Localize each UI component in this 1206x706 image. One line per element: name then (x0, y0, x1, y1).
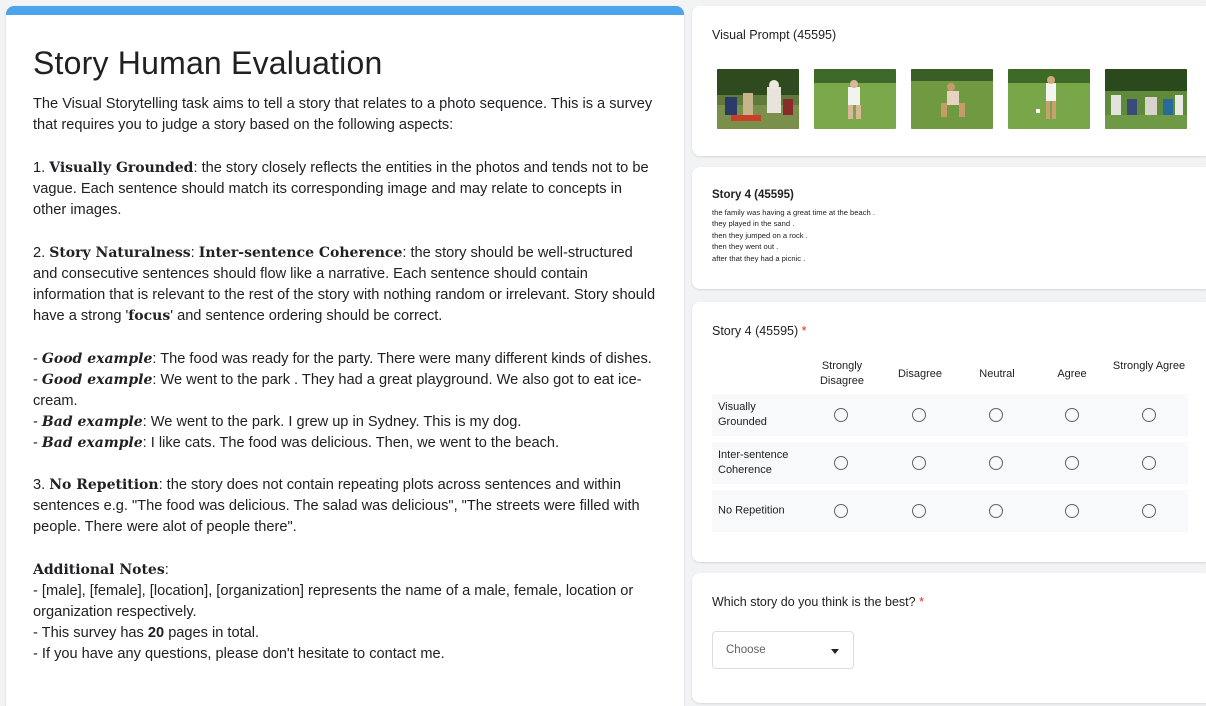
radio-strongly-agree[interactable] (1142, 408, 1156, 422)
radio-disagree[interactable] (912, 408, 926, 422)
note-item: - This survey has 20 pages in total. (33, 625, 260, 641)
row-label: Visually Grounded (718, 401, 767, 428)
required-asterisk: * (919, 595, 924, 609)
additional-notes: Additional Notes: - [male], [female], [l… (33, 560, 656, 665)
grid-question-title: Story 4 (45595) * (712, 324, 807, 338)
grid-header: Strongly Disagree Disagree Neutral Agree… (692, 354, 1206, 394)
term-focus: focus (128, 308, 171, 324)
story-line: then they jumped on a rock . (712, 230, 808, 240)
note-item: - If you have any questions, please don'… (33, 646, 445, 662)
radio-agree[interactable] (1065, 408, 1079, 422)
radio-neutral[interactable] (989, 408, 1003, 422)
best-story-card: Which story do you think is the best? * … (692, 573, 1206, 703)
aspect-naturalness: 2. Story Naturalness: Inter-sentence Coh… (33, 245, 656, 324)
photo-2 (814, 69, 896, 129)
best-story-dropdown[interactable]: Choose (712, 631, 854, 669)
visual-prompt-card: Visual Prompt (45595) (692, 6, 1206, 156)
note-item: - [male], [female], [location], [organiz… (33, 583, 634, 620)
story-card: Story 4 (45595) the family was having a … (692, 167, 1206, 289)
instructions-card: Story Human Evaluation The Visual Storyt… (6, 6, 684, 706)
story-line: the family was having a great time at th… (712, 208, 875, 217)
radio-neutral[interactable] (989, 504, 1003, 518)
column-strongly-disagree: Strongly Disagree (819, 360, 865, 387)
radio-disagree[interactable] (912, 504, 926, 518)
example-item: - Bad example: I like cats. The food was… (33, 435, 560, 451)
example-item: - Good example: The food was ready for t… (33, 351, 652, 367)
notes-title: Additional Notes (33, 562, 165, 578)
grid-row-no-repetition: No Repetition (712, 490, 1188, 532)
column-agree: Agree (1057, 368, 1087, 380)
required-asterisk: * (801, 324, 807, 338)
radio-agree[interactable] (1065, 456, 1079, 470)
dropdown-value: Choose (726, 644, 766, 656)
photo-sequence (717, 69, 1187, 129)
radio-agree[interactable] (1065, 504, 1079, 518)
aspect-visually-grounded: 1. Visually Grounded: the story closely … (33, 160, 649, 218)
column-disagree: Disagree (897, 368, 943, 380)
radio-strongly-disagree[interactable] (834, 408, 848, 422)
story-line: they played in the sand . (712, 219, 795, 229)
card-accent-bar (6, 6, 684, 15)
best-story-question: Which story do you think is the best? * (712, 595, 924, 609)
page-title: Story Human Evaluation (33, 45, 383, 81)
column-strongly-agree: Strongly Agree (1112, 360, 1186, 372)
examples-list: - Good example: The food was ready for t… (33, 349, 656, 454)
radio-disagree[interactable] (912, 456, 926, 470)
intro-text: The Visual Storytelling task aims to tel… (33, 96, 653, 133)
photo-5 (1105, 69, 1187, 129)
radio-strongly-disagree[interactable] (834, 456, 848, 470)
radio-strongly-agree[interactable] (1142, 456, 1156, 470)
example-item: - Bad example: We went to the park. I gr… (33, 414, 522, 430)
term-coherence: Inter-sentence Coherence (198, 245, 403, 261)
story-text: the family was having a great time at th… (712, 207, 875, 264)
column-neutral: Neutral (979, 368, 1015, 380)
rating-grid-card: Story 4 (45595) * Strongly Disagree Disa… (692, 302, 1206, 562)
grid-row-coherence: Inter-sentence Coherence (712, 442, 1188, 484)
caret-down-icon (831, 649, 839, 654)
row-label: No Repetition (718, 504, 785, 517)
photo-3 (911, 69, 993, 129)
aspect-no-repetition: 3. No Repetition: the story does not con… (33, 477, 640, 535)
term-visually-grounded: Visually Grounded (49, 160, 194, 176)
story-line: then they went out . (712, 242, 779, 252)
radio-neutral[interactable] (989, 456, 1003, 470)
grid-row-visually-grounded: Visually Grounded (712, 394, 1188, 436)
term-story-naturalness: Story Naturalness (49, 245, 191, 261)
term-no-repetition: No Repetition (49, 477, 159, 493)
photo-4 (1008, 69, 1090, 129)
photo-1 (717, 69, 799, 129)
story-title: Story 4 (45595) (712, 189, 794, 201)
story-line: after that they had a picnic . (712, 253, 806, 263)
example-item: - Good example: We went to the park . Th… (33, 372, 642, 409)
visual-prompt-title: Visual Prompt (45595) (712, 28, 837, 42)
row-label: Inter-sentence Coherence (718, 449, 789, 476)
radio-strongly-agree[interactable] (1142, 504, 1156, 518)
radio-strongly-disagree[interactable] (834, 504, 848, 518)
